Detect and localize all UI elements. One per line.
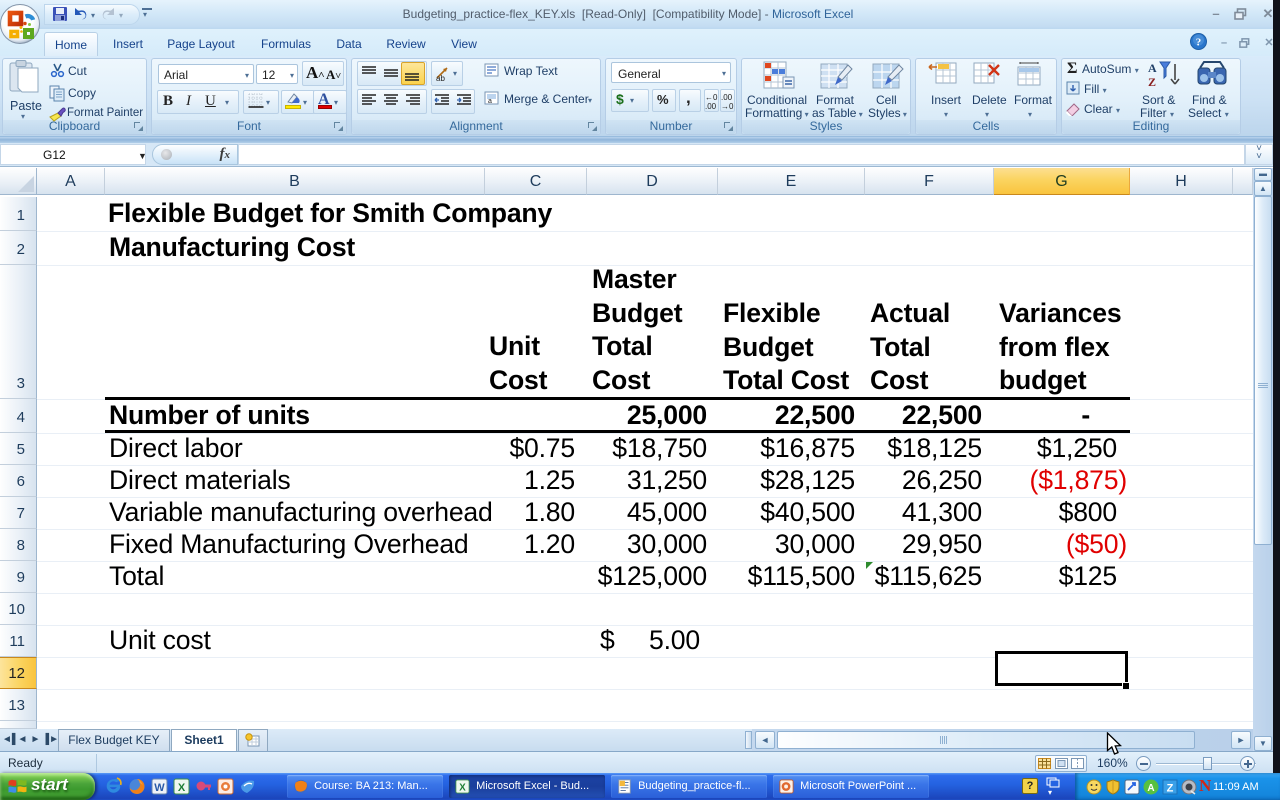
svg-text:A: A (1147, 783, 1154, 794)
svg-text:?: ? (1196, 37, 1202, 49)
svg-text:a: a (488, 98, 492, 105)
svg-text:W: W (154, 782, 165, 794)
svg-text:X: X (178, 782, 186, 794)
svg-text:ab: ab (436, 74, 445, 82)
svg-text:A: A (1148, 61, 1157, 75)
svg-text:Z: Z (1167, 783, 1174, 795)
svg-text:X: X (459, 782, 466, 793)
svg-text:Z: Z (1148, 75, 1156, 89)
